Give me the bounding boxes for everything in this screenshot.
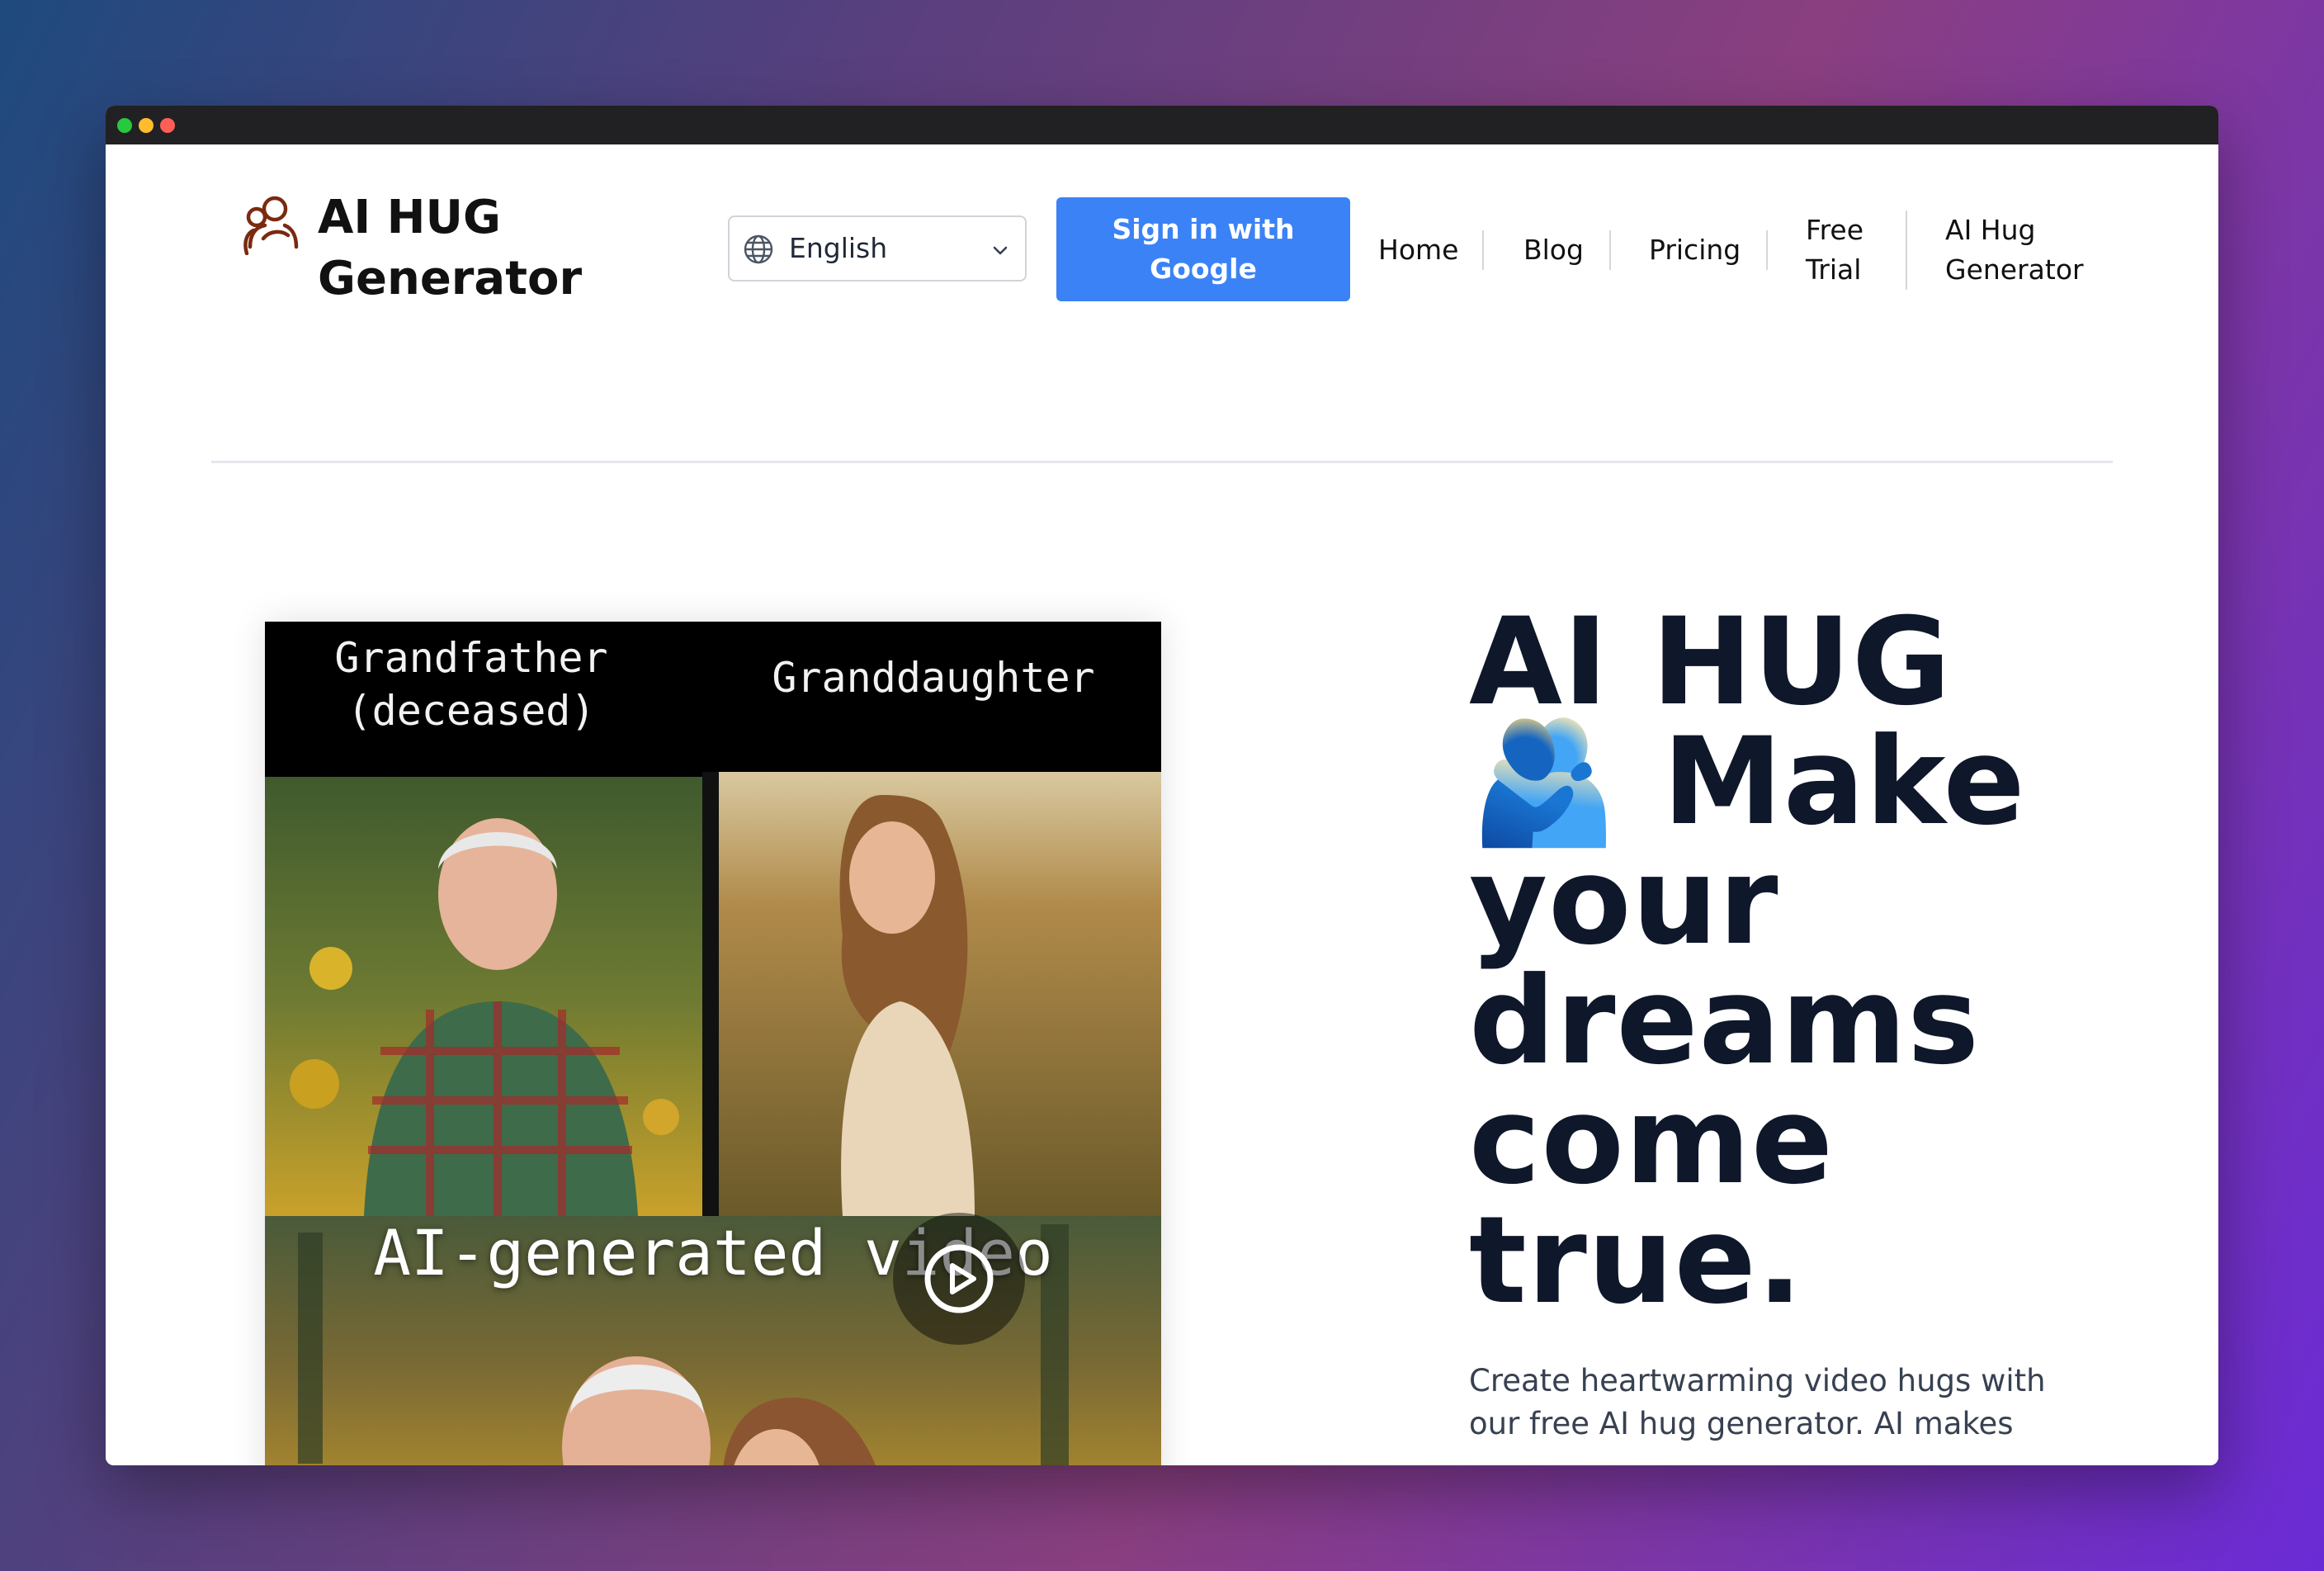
video-collage-illustration <box>265 622 1161 1465</box>
play-button[interactable] <box>893 1213 1025 1345</box>
brand-name[interactable]: AI HUG Generator <box>318 187 664 310</box>
play-icon <box>924 1244 994 1313</box>
window-control-dot[interactable] <box>139 118 154 133</box>
nav-divider <box>1766 230 1768 270</box>
web-page: AI HUG Generator English Sign in with Go… <box>106 144 2218 1465</box>
header-divider <box>211 461 2113 463</box>
window-control-dot[interactable] <box>117 118 132 133</box>
hero-video-thumbnail[interactable]: Grandfather (deceased) Granddaughter AI-… <box>265 622 1161 1465</box>
caption-ai-generated-video: AI-generated video <box>373 1216 1053 1289</box>
nav-item-free-trial[interactable]: Free Trial <box>1806 211 1897 290</box>
nav-divider <box>1906 211 1907 290</box>
language-selected-label: English <box>789 232 888 264</box>
browser-window: AI HUG Generator English Sign in with Go… <box>106 106 2218 1465</box>
window-control-dot[interactable] <box>160 118 175 133</box>
nav-divider <box>1482 230 1484 270</box>
window-titlebar <box>106 106 2218 144</box>
caption-granddaughter: Granddaughter <box>772 654 1095 702</box>
nav-item-pricing[interactable]: Pricing <box>1649 230 1741 270</box>
nav-item-ai-hug-generator[interactable]: AI Hug Generator <box>1945 211 2102 290</box>
hug-person-icon[interactable] <box>240 192 300 256</box>
language-select[interactable]: English <box>728 215 1027 282</box>
caption-grandfather: Grandfather (deceased) <box>334 634 608 735</box>
hero-headline: AI HUG 🫂 Make your dreams come true. <box>1469 592 2026 1331</box>
nav-item-home[interactable]: Home <box>1378 230 1458 270</box>
sign-in-google-button[interactable]: Sign in with Google <box>1056 197 1350 301</box>
chevron-down-icon <box>990 240 1010 260</box>
hero-subtext: Create heartwarming video hugs with our … <box>1469 1363 2046 1441</box>
nav-item-blog[interactable]: Blog <box>1523 230 1584 270</box>
nav-divider <box>1609 230 1611 270</box>
globe-icon <box>743 234 774 265</box>
